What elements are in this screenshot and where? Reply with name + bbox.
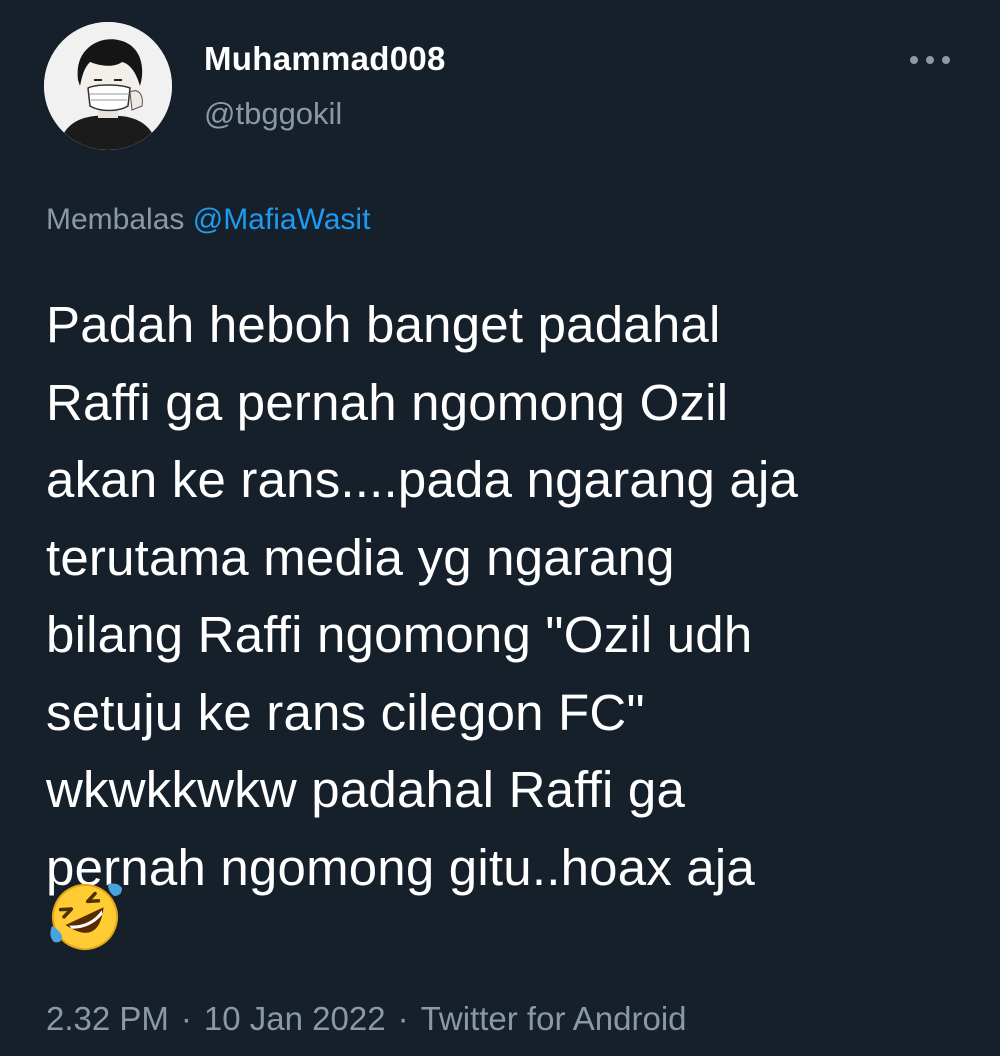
tweet-time[interactable]: 2.32 PM: [46, 1000, 169, 1037]
reply-context: Membalas @MafiaWasit: [46, 203, 370, 237]
tweet-card: Muhammad008 @tbggokil Membalas @MafiaWas…: [0, 0, 1000, 1056]
tweet-metadata: 2.32 PM · 10 Jan 2022 · Twitter for Android: [46, 1000, 687, 1038]
more-options-icon: [910, 56, 918, 64]
user-avatar[interactable]: [44, 22, 172, 150]
tweet-text: Padah heboh banget padahal Raffi ga pern…: [46, 296, 799, 896]
reply-mention-link[interactable]: @MafiaWasit: [193, 203, 371, 236]
tweet-source[interactable]: Twitter for Android: [421, 1000, 687, 1037]
avatar-illustration: [44, 22, 172, 150]
reply-prefix: Membalas: [46, 203, 185, 236]
tweet-date[interactable]: 10 Jan 2022: [204, 1000, 386, 1037]
meta-separator: ·: [397, 1000, 409, 1037]
meta-separator: ·: [180, 1000, 192, 1037]
more-options-icon-dot: [942, 56, 950, 64]
display-name[interactable]: Muhammad008: [204, 40, 446, 78]
user-handle[interactable]: @tbggokil: [204, 96, 342, 132]
more-options-icon-dot: [926, 56, 934, 64]
more-options-button[interactable]: [900, 40, 960, 80]
rolling-on-the-floor-laughing-emoji-icon: [46, 878, 124, 956]
